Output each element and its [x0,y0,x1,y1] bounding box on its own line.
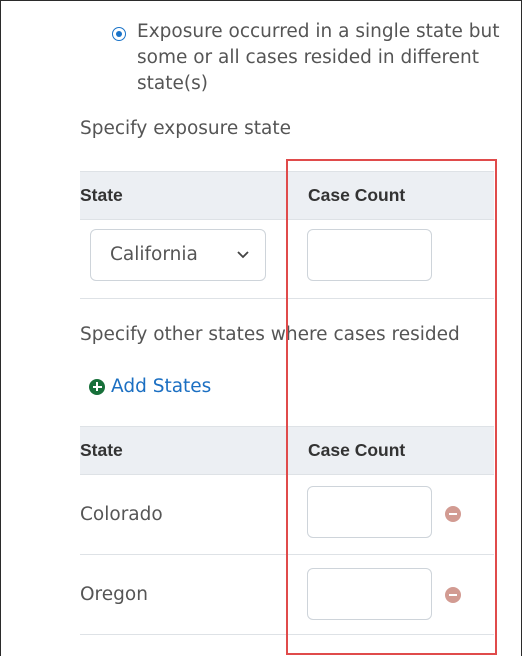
exposure-option-label: Exposure occurred in a single state but … [137,21,500,94]
form-panel: Exposure occurred in a single state but … [0,0,522,656]
other-states-table-header: State Case Count [80,426,494,475]
other-states-label: Specify other states where cases resided [80,324,460,345]
exposure-state-select[interactable]: California [90,229,266,281]
exposure-state-select-value: California [110,244,198,265]
state-name: Oregon [80,584,148,605]
minus-circle-icon[interactable] [445,587,461,603]
case-count-input-colorado[interactable] [307,486,432,538]
exposure-case-count-input[interactable] [307,229,432,281]
exposure-state-table-header: State Case Count [80,171,494,220]
state-column-header: State [80,440,123,460]
state-name: Colorado [80,504,163,525]
case-count-input-oregon[interactable] [307,568,432,620]
radio-selected-icon[interactable] [112,27,126,41]
plus-circle-icon [89,378,105,395]
state-column-header: State [80,185,123,205]
exposure-state-label: Specify exposure state [80,118,291,139]
minus-circle-icon[interactable] [445,506,461,522]
chevron-down-icon [237,251,249,259]
add-states-label: Add States [111,376,212,397]
case-count-column-header: Case Count [308,440,406,460]
add-states-link[interactable]: Add States [89,376,211,397]
case-count-column-header: Case Count [308,185,406,205]
